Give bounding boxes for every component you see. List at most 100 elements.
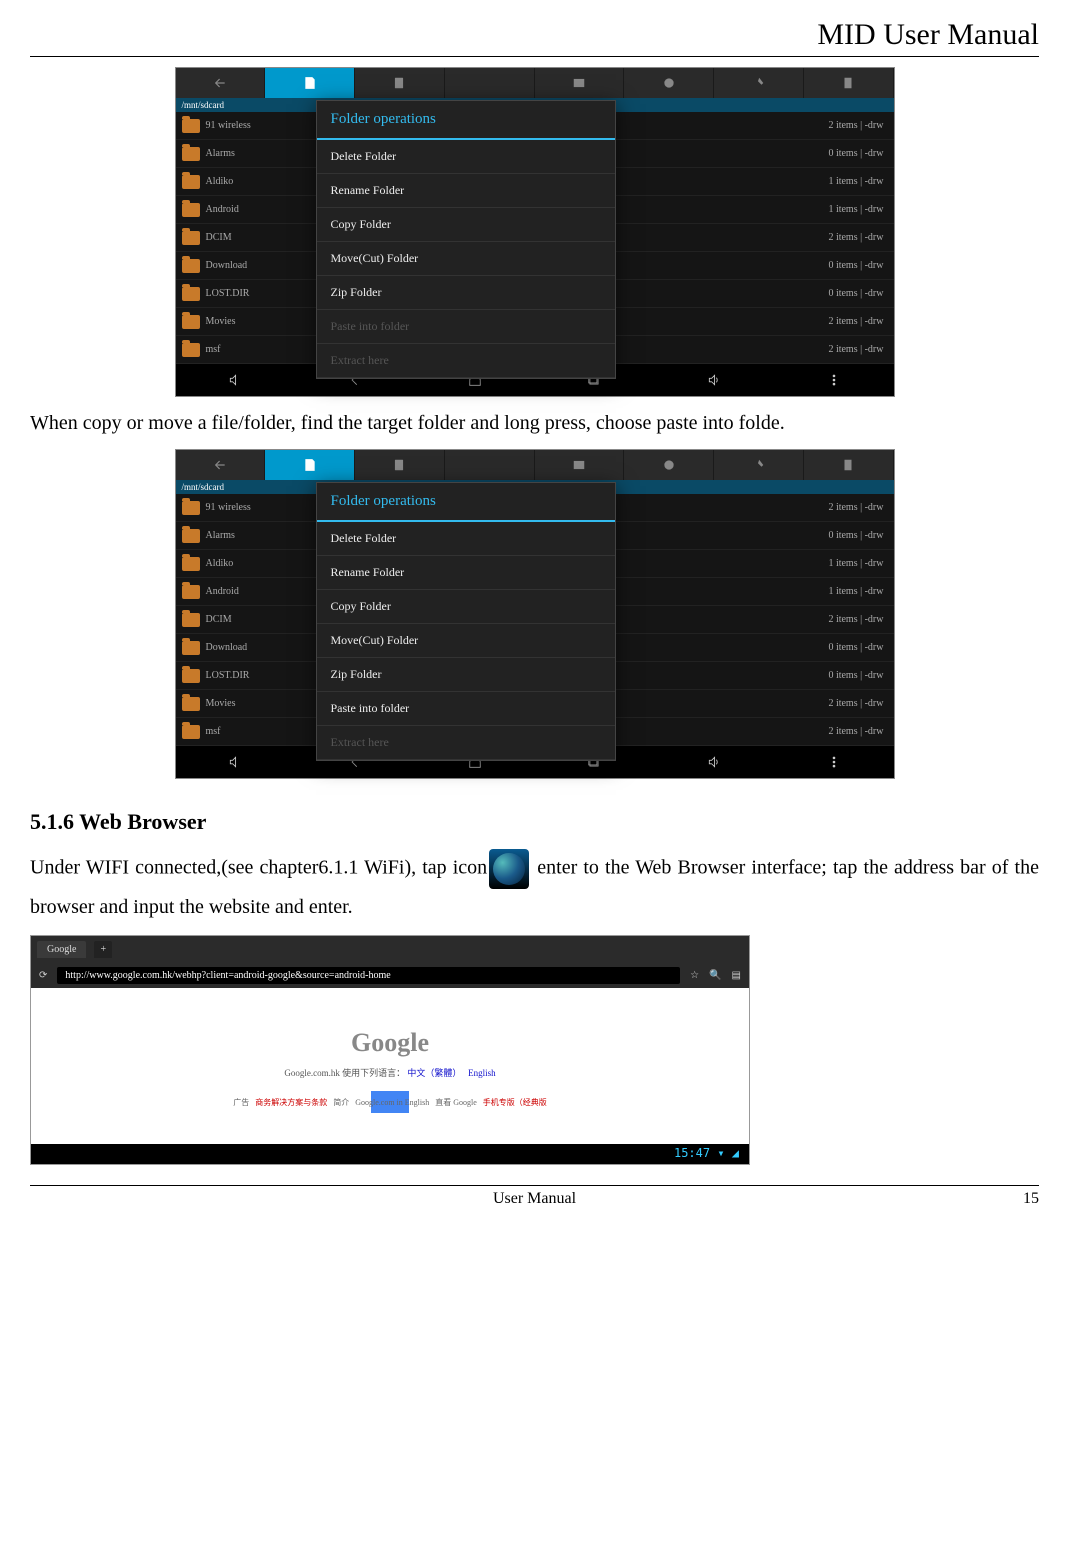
folder-name: 91 wireless	[206, 502, 251, 513]
folder-name: DCIM	[206, 614, 232, 625]
folder-icon	[182, 613, 200, 627]
folder-icon	[182, 119, 200, 133]
file-list: 91 wireless2 items | -drwAlarms0 items |…	[176, 112, 894, 364]
dialog-item[interactable]: Zip Folder	[317, 276, 615, 310]
folder-info: 2 items | -drw	[828, 120, 883, 131]
folder-info: 1 items | -drw	[828, 586, 883, 597]
folder-icon	[182, 557, 200, 571]
folder-icon	[182, 641, 200, 655]
volume-up-icon[interactable]	[702, 753, 726, 771]
folder-icon	[182, 203, 200, 217]
folder-name: LOST.DIR	[206, 670, 250, 681]
folder-name: Download	[206, 260, 248, 271]
folder-name: Download	[206, 642, 248, 653]
folder-icon	[182, 501, 200, 515]
header-title: MID User Manual	[30, 10, 1039, 57]
bookmarks-icon[interactable]: ▤	[732, 970, 741, 981]
lang-line: Google.com.hk 使用下列语言： 中文（繁體） English	[31, 1066, 749, 1079]
topbar-internal-icon[interactable]	[355, 68, 445, 98]
folder-info: 0 items | -drw	[828, 260, 883, 271]
folder-name: 91 wireless	[206, 120, 251, 131]
browser-urlbar: ⟳ http://www.google.com.hk/webhp?client=…	[31, 962, 749, 988]
dialog-title: Folder operations	[317, 483, 615, 522]
topbar-sdcard-icon[interactable]	[265, 450, 355, 480]
folder-name: Android	[206, 586, 239, 597]
caption-1: When copy or move a file/folder, find th…	[30, 405, 1039, 441]
topbar-usb-icon[interactable]	[445, 450, 535, 480]
dialog-item[interactable]: Paste into folder	[317, 692, 615, 726]
folder-name: DCIM	[206, 232, 232, 243]
folder-info: 0 items | -drw	[828, 148, 883, 159]
topbar-image-icon[interactable]	[535, 450, 625, 480]
topbar-sdcard-icon[interactable]	[265, 68, 355, 98]
screenshot-file-manager-2: /mnt/sdcard 91 wireless2 items | -drwAla…	[175, 449, 895, 779]
browser-tabbar: Google +	[31, 936, 749, 962]
topbar-back-icon[interactable]	[176, 68, 266, 98]
topbar-usb-icon[interactable]	[445, 68, 535, 98]
topbar-movie-icon[interactable]	[624, 68, 714, 98]
folder-icon	[182, 147, 200, 161]
folder-info: 0 items | -drw	[828, 288, 883, 299]
topbar-tool-icon[interactable]	[714, 450, 804, 480]
menu-icon[interactable]	[822, 371, 846, 389]
dialog-item[interactable]: Copy Folder	[317, 590, 615, 624]
folder-icon	[182, 585, 200, 599]
topbar-paste-icon[interactable]	[804, 450, 894, 480]
folder-info: 2 items | -drw	[828, 614, 883, 625]
url-input[interactable]: http://www.google.com.hk/webhp?client=an…	[57, 967, 680, 984]
dialog-item[interactable]: Rename Folder	[317, 556, 615, 590]
menu-icon[interactable]	[822, 753, 846, 771]
topbar-tool-icon[interactable]	[714, 68, 804, 98]
folder-icon	[182, 287, 200, 301]
page-footer: User Manual 15	[30, 1185, 1039, 1213]
search-icon[interactable]: 🔍	[709, 970, 721, 981]
folder-icon	[182, 343, 200, 357]
dialog-item: Extract here	[317, 726, 615, 760]
volume-down-icon[interactable]	[223, 753, 247, 771]
folder-info: 0 items | -drw	[828, 530, 883, 541]
topbar-movie-icon[interactable]	[624, 450, 714, 480]
folder-info: 0 items | -drw	[828, 642, 883, 653]
folder-info: 0 items | -drw	[828, 670, 883, 681]
browser-tab[interactable]: Google	[37, 941, 86, 958]
topbar-back-icon[interactable]	[176, 450, 266, 480]
dialog-item: Paste into folder	[317, 310, 615, 344]
browser-page-body: Google Google.com.hk 使用下列语言： 中文（繁體） Engl…	[31, 988, 749, 1138]
dialog-item[interactable]: Rename Folder	[317, 174, 615, 208]
google-logo: Google	[31, 1028, 749, 1058]
volume-down-icon[interactable]	[223, 371, 247, 389]
topbar-paste-icon[interactable]	[804, 68, 894, 98]
folder-icon	[182, 315, 200, 329]
dialog-item[interactable]: Delete Folder	[317, 140, 615, 174]
folder-operations-dialog: Folder operations Delete FolderRename Fo…	[316, 482, 616, 761]
folder-icon	[182, 231, 200, 245]
dialog-item[interactable]: Move(Cut) Folder	[317, 624, 615, 658]
star-icon[interactable]: ☆	[690, 970, 699, 981]
dialog-item[interactable]: Move(Cut) Folder	[317, 242, 615, 276]
folder-info: 2 items | -drw	[828, 344, 883, 355]
folder-icon	[182, 259, 200, 273]
folder-name: Movies	[206, 698, 236, 709]
folder-icon	[182, 725, 200, 739]
dialog-item[interactable]: Copy Folder	[317, 208, 615, 242]
dialog-item[interactable]: Zip Folder	[317, 658, 615, 692]
folder-info: 1 items | -drw	[828, 176, 883, 187]
new-tab-button[interactable]: +	[94, 941, 112, 958]
reload-icon[interactable]: ⟳	[39, 970, 47, 981]
folder-name: LOST.DIR	[206, 288, 250, 299]
file-list: 91 wireless 2 items | -drw Alarms 0 items |…	[176, 494, 894, 746]
folder-icon	[182, 175, 200, 189]
topbar-image-icon[interactable]	[535, 68, 625, 98]
page-number: 15	[1023, 1190, 1039, 1208]
folder-name: msf	[206, 726, 221, 737]
topbar-internal-icon[interactable]	[355, 450, 445, 480]
volume-up-icon[interactable]	[702, 371, 726, 389]
folder-name: Alarms	[206, 530, 235, 541]
folder-info: 1 items | -drw	[828, 204, 883, 215]
footer-center: User Manual	[493, 1190, 576, 1208]
folder-info: 2 items | -drw	[828, 502, 883, 513]
file-manager-topbar	[176, 68, 894, 98]
folder-icon	[182, 697, 200, 711]
folder-info: 1 items | -drw	[828, 558, 883, 569]
dialog-item[interactable]: Delete Folder	[317, 522, 615, 556]
